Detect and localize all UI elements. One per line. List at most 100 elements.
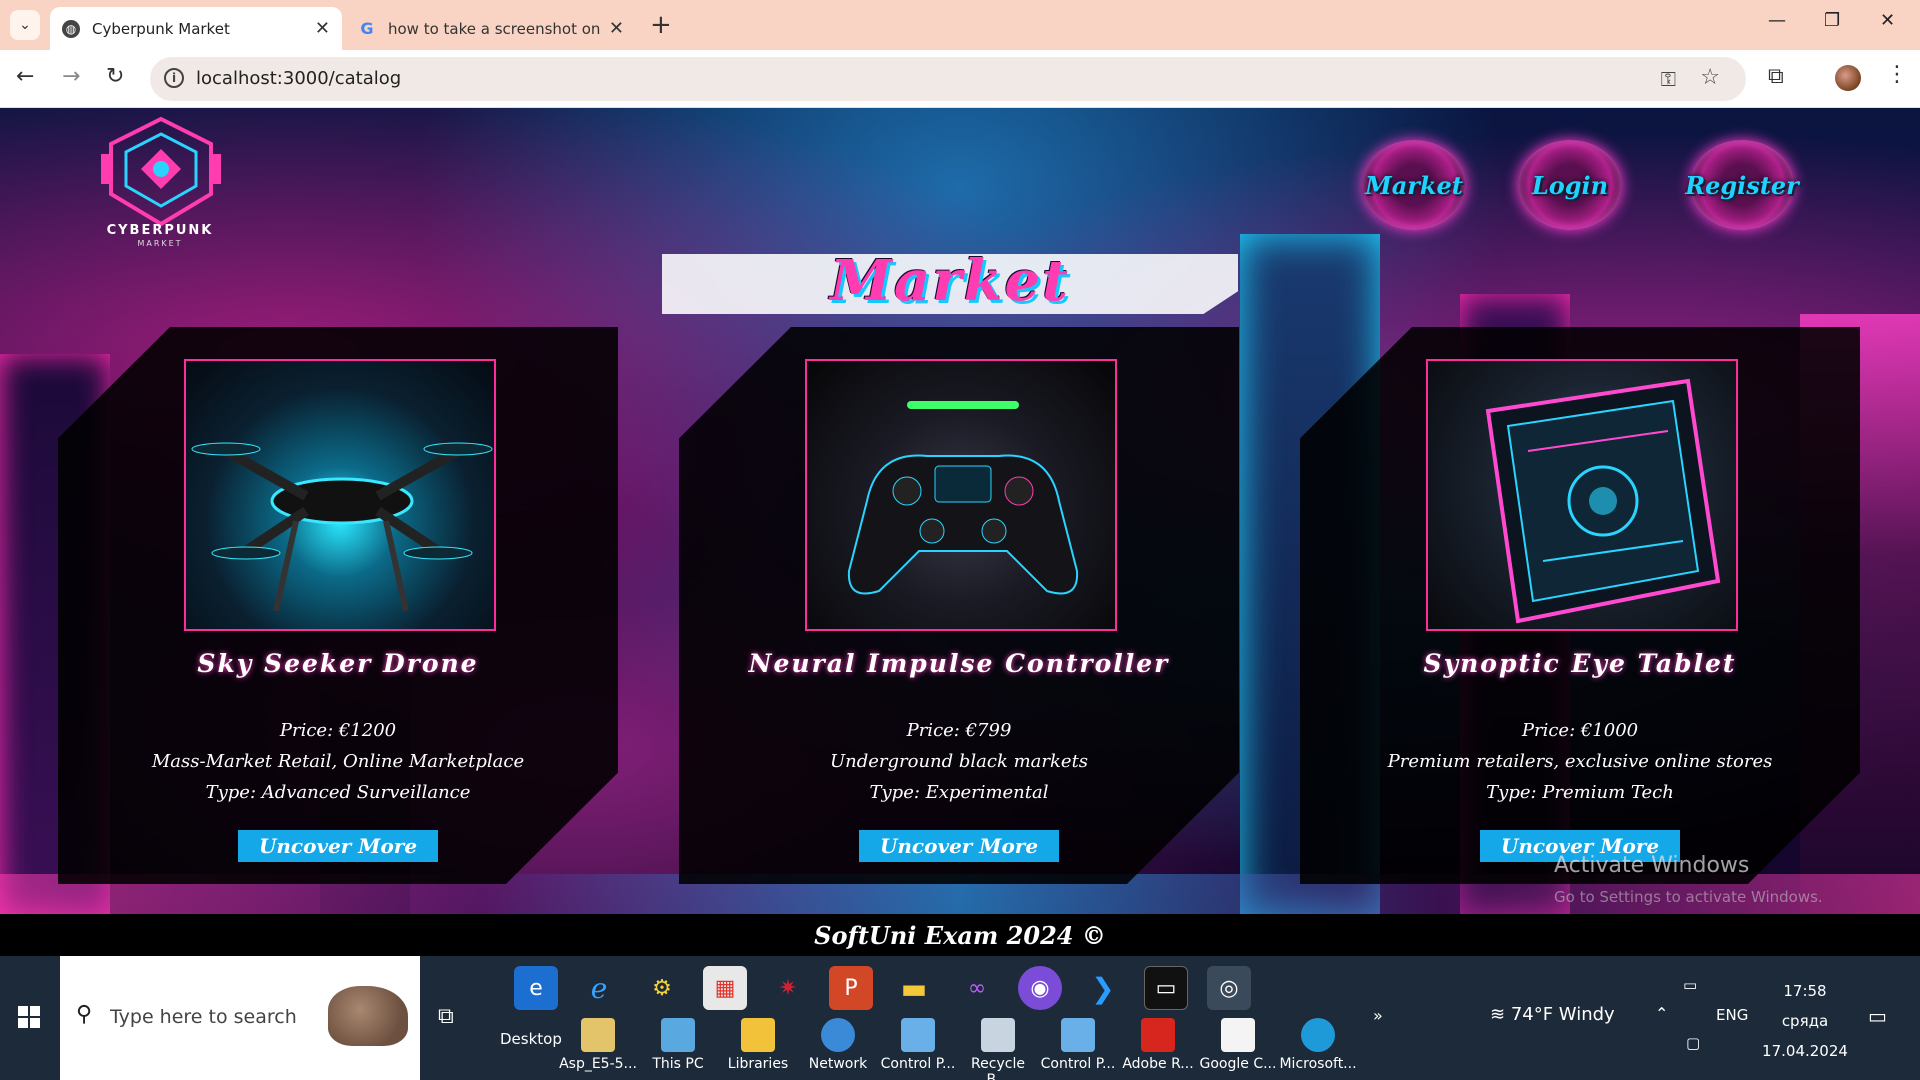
window-close-icon[interactable]: ✕ bbox=[1880, 10, 1895, 31]
clock[interactable]: 17:58 сряда 17.04.2024 bbox=[1760, 976, 1850, 1066]
tablet-icon bbox=[1485, 378, 1721, 624]
bookmark-star-icon[interactable]: ☆ bbox=[1700, 65, 1720, 90]
app-compass-icon[interactable]: ✷ bbox=[766, 966, 810, 1010]
windows-taskbar: ⚲ Type here to search ⧉ e ℯ ⚙ ▦ ✷ P ▬ ∞ … bbox=[0, 956, 1920, 1080]
tab-title: how to take a screenshot on pc bbox=[388, 19, 601, 38]
product-price: Price: €1000 bbox=[1521, 720, 1639, 741]
microsoft-store-icon[interactable]: ▦ bbox=[703, 966, 747, 1010]
product-card: Neural Impulse Controller Price: €799 Un… bbox=[679, 327, 1239, 884]
desktop-toolbar: Asp_E5-5... This PC Libraries Network Co… bbox=[558, 1018, 1358, 1080]
product-availability: Premium retailers, exclusive online stor… bbox=[1387, 751, 1773, 772]
file-explorer-icon[interactable]: ▬ bbox=[892, 966, 936, 1010]
windows-start-icon[interactable] bbox=[18, 1006, 40, 1028]
desktop-item-control-panel[interactable]: Control P... bbox=[878, 1018, 958, 1080]
nav-register-link[interactable]: Register bbox=[1685, 140, 1799, 230]
language-indicator[interactable]: ENG bbox=[1716, 1006, 1748, 1024]
back-icon[interactable]: ← bbox=[16, 64, 34, 89]
more-chevron-icon[interactable]: » bbox=[1373, 1006, 1383, 1025]
github-desktop-icon[interactable]: ◉ bbox=[1018, 966, 1062, 1010]
desktop-item-microsoft-edge[interactable]: Microsoft... bbox=[1278, 1018, 1358, 1080]
clock-time: 17:58 bbox=[1783, 982, 1827, 1000]
page-viewport: CYBERPUNK MARKET Market Login Register M… bbox=[0, 108, 1920, 914]
clock-date: 17.04.2024 bbox=[1762, 1042, 1848, 1060]
search-icon: ⚲ bbox=[76, 1002, 93, 1027]
logo-subtext: MARKET bbox=[137, 239, 183, 248]
recycle-bin-icon bbox=[981, 1018, 1015, 1052]
desktop-item-libraries[interactable]: Libraries bbox=[718, 1018, 798, 1080]
logo-text: CYBERPUNK bbox=[106, 223, 214, 238]
search-placeholder: Type here to search bbox=[110, 1006, 297, 1028]
product-availability: Mass-Market Retail, Online Marketplace bbox=[151, 751, 525, 772]
search-highlight-image bbox=[328, 986, 408, 1046]
desktop-item-control-panel-2[interactable]: Control P... bbox=[1038, 1018, 1118, 1080]
internet-explorer-icon[interactable]: ℯ bbox=[577, 966, 621, 1010]
game-controller-icon bbox=[847, 401, 1079, 595]
desktop-item-recycle-bin[interactable]: Recycle B... bbox=[958, 1018, 1038, 1080]
desktop-item-network[interactable]: Network bbox=[798, 1018, 878, 1080]
control-panel-icon bbox=[901, 1018, 935, 1052]
restore-icon[interactable]: ❐ bbox=[1824, 10, 1840, 31]
product-image[interactable] bbox=[184, 359, 496, 631]
site-info-icon[interactable]: i bbox=[164, 68, 184, 88]
uncover-more-button[interactable]: Uncover More bbox=[859, 830, 1059, 862]
product-type: Type: Advanced Surveillance bbox=[205, 782, 471, 803]
chevron-down-icon: ⌄ bbox=[19, 17, 31, 33]
sql-tool-icon[interactable]: ⚙ bbox=[640, 966, 684, 1010]
reload-icon[interactable]: ↻ bbox=[106, 64, 124, 89]
kebab-menu-icon[interactable]: ⋮ bbox=[1886, 62, 1908, 87]
product-image[interactable] bbox=[1426, 359, 1738, 631]
clock-day: сряда bbox=[1781, 1012, 1829, 1030]
product-price: Price: €1200 bbox=[279, 720, 397, 741]
product-name: Neural Impulse Controller bbox=[748, 649, 1170, 678]
chrome-icon[interactable]: ◎ bbox=[1207, 966, 1251, 1010]
drone-icon bbox=[191, 442, 493, 612]
page-title: Market bbox=[829, 248, 1071, 314]
profile-avatar[interactable] bbox=[1835, 65, 1861, 91]
desktop-item-adobe-reader[interactable]: Adobe R... bbox=[1118, 1018, 1198, 1080]
product-type: Type: Premium Tech bbox=[1486, 782, 1674, 803]
product-price: Price: €799 bbox=[906, 720, 1012, 741]
notifications-icon[interactable]: ▭ bbox=[1868, 1004, 1887, 1028]
nav-market-link[interactable]: Market bbox=[1362, 140, 1466, 230]
tab-cyberpunk-market[interactable]: ◍ Cyberpunk Market ✕ bbox=[50, 7, 342, 50]
site-footer: SoftUni Exam 2024 © bbox=[0, 914, 1920, 956]
new-tab-button[interactable]: + bbox=[650, 12, 672, 38]
desktop-toolbar-label: Desktop bbox=[500, 1030, 562, 1048]
tray-overflow-icon[interactable]: ⌃ bbox=[1655, 1004, 1668, 1023]
tab-search-button[interactable]: ⌄ bbox=[10, 10, 40, 40]
product-image[interactable] bbox=[805, 359, 1117, 631]
device-icon[interactable]: ▢ bbox=[1686, 1034, 1700, 1052]
uncover-more-button[interactable]: Uncover More bbox=[238, 830, 438, 862]
nav-login-link[interactable]: Login bbox=[1518, 140, 1622, 230]
password-key-icon[interactable]: ⚿ bbox=[1661, 67, 1676, 91]
task-view-icon[interactable]: ⧉ bbox=[438, 1004, 454, 1029]
terminal-icon[interactable]: ▭ bbox=[1144, 966, 1188, 1010]
computer-icon bbox=[661, 1018, 695, 1052]
desktop-item-google-chrome[interactable]: Google C... bbox=[1198, 1018, 1278, 1080]
powerpoint-icon[interactable]: P bbox=[829, 966, 873, 1010]
taskbar-search-box[interactable]: ⚲ Type here to search bbox=[60, 956, 420, 1080]
edge-icon[interactable]: e bbox=[514, 966, 558, 1010]
close-icon[interactable]: ✕ bbox=[315, 18, 330, 39]
close-icon[interactable]: ✕ bbox=[609, 18, 624, 39]
edge-icon bbox=[1301, 1018, 1335, 1052]
weather-widget[interactable]: ≋ 74°F Windy bbox=[1490, 1004, 1615, 1025]
product-availability: Underground black markets bbox=[829, 751, 1089, 772]
visual-studio-icon[interactable]: ∞ bbox=[955, 966, 999, 1010]
battery-icon[interactable]: ▭ bbox=[1683, 976, 1697, 994]
desktop-item-folder[interactable]: Asp_E5-5... bbox=[558, 1018, 638, 1080]
network-icon bbox=[821, 1018, 855, 1052]
url-text[interactable]: localhost:3000/catalog bbox=[196, 68, 401, 89]
google-icon: G bbox=[360, 19, 374, 38]
desktop-item-this-pc[interactable]: This PC bbox=[638, 1018, 718, 1080]
extensions-icon[interactable]: ⧉ bbox=[1768, 64, 1784, 89]
minimize-icon[interactable]: — bbox=[1768, 10, 1786, 31]
forward-icon[interactable]: → bbox=[62, 64, 80, 89]
folder-icon bbox=[581, 1018, 615, 1052]
adobe-reader-icon bbox=[1141, 1018, 1175, 1052]
document-icon bbox=[1221, 1018, 1255, 1052]
tab-google-search[interactable]: G how to take a screenshot on pc ✕ bbox=[346, 7, 636, 50]
tab-bar: ⌄ ◍ Cyberpunk Market ✕ G how to take a s… bbox=[0, 0, 1920, 50]
vscode-icon[interactable]: ❯ bbox=[1081, 966, 1125, 1010]
omnibox[interactable]: i localhost:3000/catalog ⚿ ☆ bbox=[150, 57, 1746, 101]
